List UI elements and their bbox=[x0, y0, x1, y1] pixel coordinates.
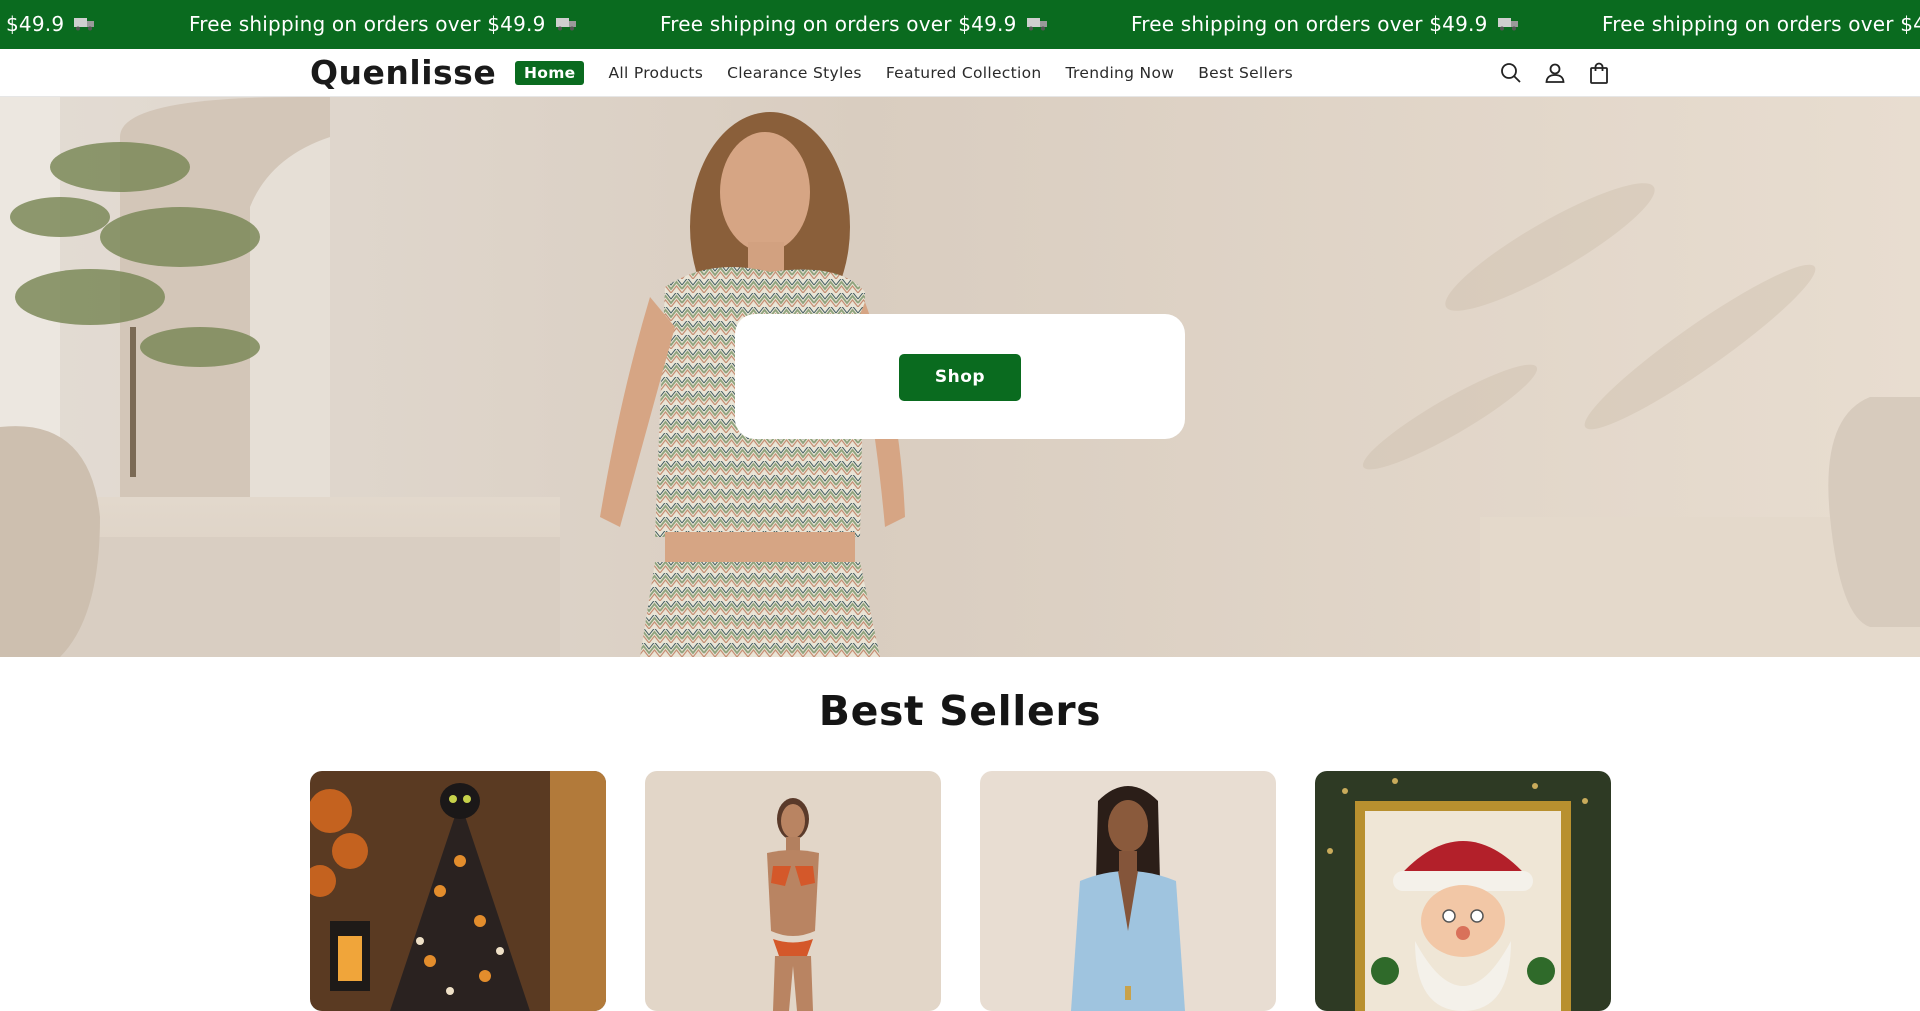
announcement-bar: $49.9 Free shipping on orders over $49.9… bbox=[0, 0, 1920, 49]
santa-beaded-art-image bbox=[1315, 771, 1611, 1011]
truck-icon bbox=[1026, 17, 1047, 30]
site-logo[interactable]: Quenlisse bbox=[310, 51, 496, 95]
main-nav: Home All Products Clearance Styles Featu… bbox=[515, 61, 1317, 85]
nav-item-featured-collection[interactable]: Featured Collection bbox=[886, 61, 1042, 85]
announcement-text: Free shipping on orders over $49.9 bbox=[660, 0, 1049, 49]
section-title: Best Sellers bbox=[818, 687, 1102, 735]
product-card[interactable] bbox=[1315, 771, 1611, 1011]
announcement-text: Free shipping on orders over $49.9 bbox=[189, 0, 578, 49]
site-header: Quenlisse Home All Products Clearance St… bbox=[0, 49, 1920, 97]
product-card[interactable] bbox=[980, 771, 1276, 1011]
blue-shirt-dress-image bbox=[980, 771, 1276, 1011]
nav-item-best-sellers[interactable]: Best Sellers bbox=[1198, 61, 1293, 85]
truck-icon bbox=[555, 17, 576, 30]
shop-button[interactable]: Shop bbox=[899, 354, 1021, 401]
announcement-text: Free shipping on orders over $49.9 bbox=[1131, 0, 1520, 49]
search-icon[interactable] bbox=[1499, 61, 1523, 85]
product-card[interactable] bbox=[645, 771, 941, 1011]
truck-icon bbox=[1497, 17, 1518, 30]
nav-item-home[interactable]: Home bbox=[515, 61, 585, 85]
nav-item-all-products[interactable]: All Products bbox=[608, 61, 703, 85]
announcement-text: $49.9 bbox=[6, 0, 96, 49]
product-card[interactable] bbox=[310, 771, 606, 1011]
announcement-text: Free shipping on orders over $49 bbox=[1602, 12, 1920, 36]
truck-icon bbox=[74, 17, 95, 30]
account-icon[interactable] bbox=[1543, 61, 1567, 85]
nav-item-trending-now[interactable]: Trending Now bbox=[1066, 61, 1175, 85]
nav-item-clearance-styles[interactable]: Clearance Styles bbox=[727, 61, 862, 85]
cart-icon[interactable] bbox=[1587, 61, 1611, 85]
orange-bikini-image bbox=[645, 771, 941, 1011]
halloween-cat-tree-image bbox=[310, 771, 606, 1011]
